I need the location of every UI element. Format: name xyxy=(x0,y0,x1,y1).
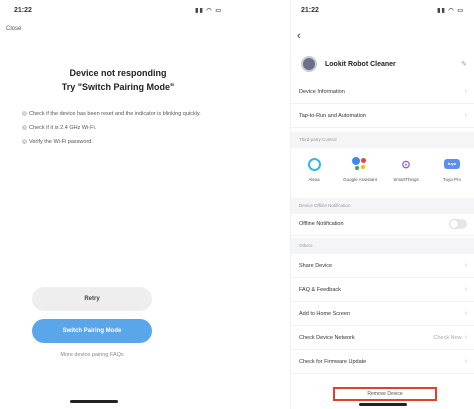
third-party-services: Alexa Google Assistant ⊙ SmartThings tuy… xyxy=(291,148,474,196)
status-icons: ▮▮ ◠ ▭ xyxy=(195,7,222,14)
row-offline-notification: Offline Notification xyxy=(291,212,474,236)
chevron-right-icon: › xyxy=(464,334,467,341)
home-indicator xyxy=(70,400,118,403)
row-faq-feedback[interactable]: FAQ & Feedback › xyxy=(291,278,474,302)
home-indicator xyxy=(359,403,407,406)
remove-device-highlight: Remove Device xyxy=(333,387,437,401)
row-check-device-network[interactable]: Check Device Network Check Now › xyxy=(291,326,474,350)
screenshot-root: 21:22 ▮▮ ◠ ▭ Close Device not responding… xyxy=(0,0,474,409)
row-add-to-home-screen[interactable]: Add to Home Screen › xyxy=(291,302,474,326)
close-button[interactable]: Close xyxy=(6,26,21,32)
pairing-faq-link[interactable]: More device pairing FAQs xyxy=(0,352,184,358)
chevron-right-icon: › xyxy=(464,310,467,317)
troubleshoot-list: ◎ Check if the device has been reset and… xyxy=(22,110,212,152)
row-share-device[interactable]: Share Device › xyxy=(291,254,474,278)
tip-text: Verify the Wi-Fi password. xyxy=(29,139,93,145)
google-assistant-icon xyxy=(352,157,368,171)
tip-text: Check if it is 2.4 GHz Wi-Fi. xyxy=(29,125,97,131)
status-time: 21:22 xyxy=(301,6,319,14)
row-tap-to-run[interactable]: Tap-to-Run and Automation › xyxy=(291,104,474,128)
row-label: Offline Notification xyxy=(299,220,344,227)
bullet-icon: ◎ xyxy=(22,125,27,131)
service-label: Alexa xyxy=(308,177,320,182)
status-bar: 21:22 ▮▮ ◠ ▭ xyxy=(0,0,236,20)
switch-pairing-mode-button[interactable]: Switch Pairing Mode xyxy=(32,319,152,343)
status-bar: 21:22 ▮▮ ◠ ▭ xyxy=(291,0,474,20)
row-label: Device Information xyxy=(299,88,345,95)
row-label: Tap-to-Run and Automation xyxy=(299,112,366,119)
row-label: FAQ & Feedback xyxy=(299,286,341,293)
section-header-others: Others xyxy=(291,238,474,254)
device-settings-screen: 21:22 ▮▮ ◠ ▭ ‹ Lookit Robot Cleaner ✎ De… xyxy=(290,0,474,409)
status-time: 21:22 xyxy=(14,6,32,14)
tip-item: ◎ Check if it is 2.4 GHz Wi-Fi. xyxy=(22,124,212,132)
offline-notification-toggle[interactable] xyxy=(449,218,467,229)
row-label: Check for Firmware Update xyxy=(299,358,367,365)
row-label: Check Device Network xyxy=(299,334,355,341)
row-value: Check Now xyxy=(433,334,462,341)
robot-cleaner-icon xyxy=(301,56,317,72)
tip-item: ◎ Check if the device has been reset and… xyxy=(22,110,212,118)
chevron-right-icon: › xyxy=(464,286,467,293)
row-label: Share Device xyxy=(299,262,333,269)
alexa-icon xyxy=(307,157,321,171)
service-label: Tuya Pro xyxy=(442,177,462,182)
chevron-right-icon: › xyxy=(464,262,467,269)
tuya-pro-icon: tuya xyxy=(444,159,460,169)
row-label: Add to Home Screen xyxy=(299,310,351,317)
service-label: Google Assistant xyxy=(343,177,377,182)
error-subtitle: Try "Switch Pairing Mode" xyxy=(61,82,175,92)
service-smartthings[interactable]: ⊙ SmartThings xyxy=(386,156,426,183)
row-device-information[interactable]: Device Information › xyxy=(291,80,474,104)
section-header-services: Third-party Control xyxy=(291,132,474,148)
tip-text: Check if the device has been reset and t… xyxy=(29,111,201,117)
device-name: Lookit Robot Cleaner xyxy=(325,60,396,68)
bullet-icon: ◎ xyxy=(22,139,27,145)
remove-device-button[interactable]: Remove Device xyxy=(367,391,402,397)
chevron-right-icon: › xyxy=(464,112,467,119)
smartthings-icon: ⊙ xyxy=(401,158,411,171)
service-label: SmartThings xyxy=(393,177,419,182)
edit-icon[interactable]: ✎ xyxy=(461,60,474,68)
error-title: Device not responding xyxy=(69,68,167,78)
service-tuya-pro[interactable]: tuya Tuya Pro xyxy=(432,156,472,182)
retry-button[interactable]: Retry xyxy=(32,287,152,311)
service-google-assistant[interactable]: Google Assistant xyxy=(340,156,380,182)
chevron-right-icon: › xyxy=(464,358,467,365)
bullet-icon: ◎ xyxy=(22,111,27,117)
chevron-right-icon: › xyxy=(464,88,467,95)
tip-item: ◎ Verify the Wi-Fi password. xyxy=(22,138,212,146)
service-alexa[interactable]: Alexa xyxy=(294,156,334,182)
status-icons: ▮▮ ◠ ▭ xyxy=(437,7,464,14)
pairing-error-screen: 21:22 ▮▮ ◠ ▭ Close Device not responding… xyxy=(0,0,236,409)
back-chevron-icon[interactable]: ‹ xyxy=(297,30,309,42)
row-firmware-update[interactable]: Check for Firmware Update › xyxy=(291,350,474,374)
device-header: Lookit Robot Cleaner ✎ xyxy=(291,52,474,76)
